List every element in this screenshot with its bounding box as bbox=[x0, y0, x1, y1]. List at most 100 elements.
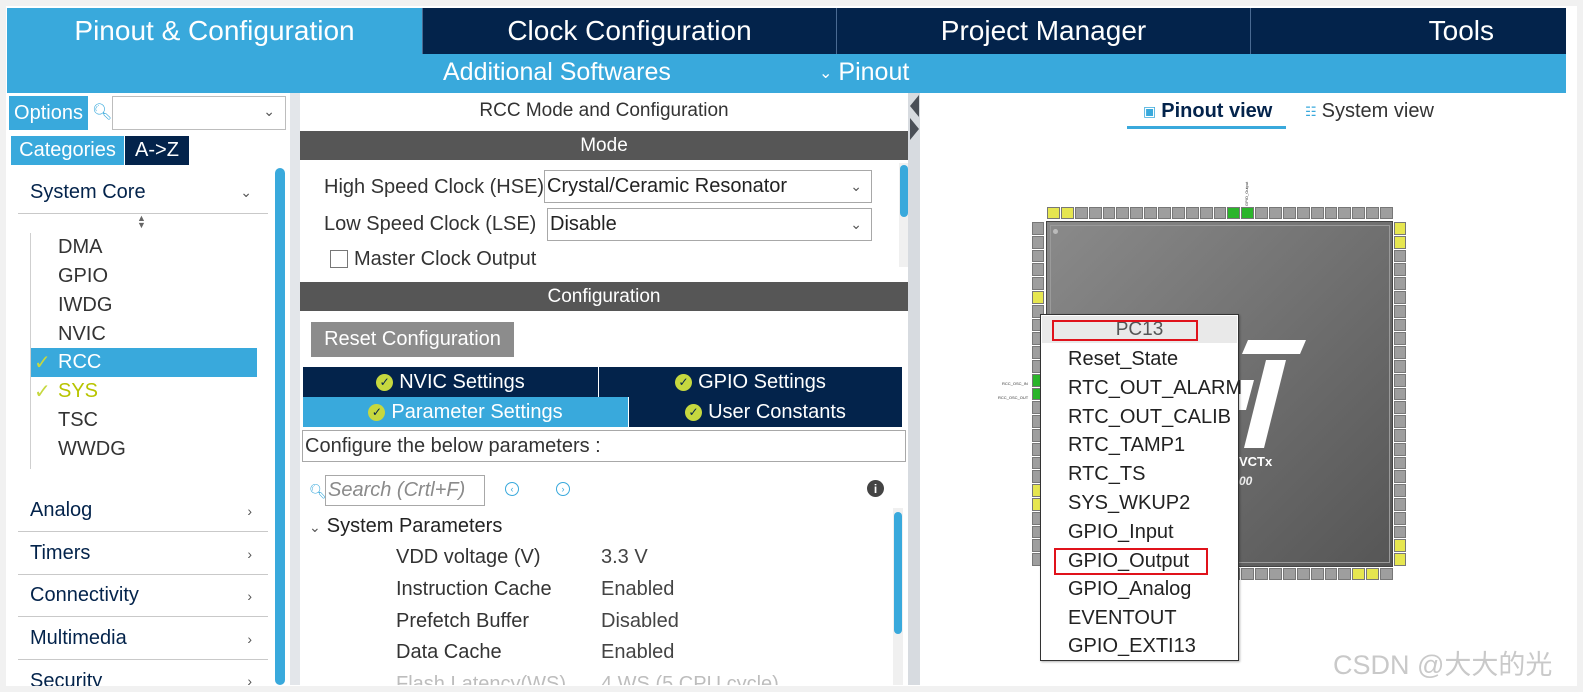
chip-pin[interactable] bbox=[1394, 415, 1406, 428]
core-item-sys[interactable]: ✓ SYS bbox=[31, 377, 257, 406]
chip-pin[interactable] bbox=[1032, 222, 1044, 235]
chip-pin[interactable] bbox=[1394, 235, 1406, 249]
additional-softwares-menu[interactable]: Additional Softwares bbox=[443, 58, 671, 87]
chip-pin[interactable] bbox=[1032, 249, 1044, 263]
chip-pin[interactable] bbox=[1394, 277, 1406, 290]
category-security[interactable]: Security › bbox=[18, 660, 268, 692]
chip-pin[interactable] bbox=[1366, 568, 1379, 580]
tab-nvic-settings[interactable]: ✓ NVIC Settings bbox=[303, 367, 598, 397]
chip-pin[interactable] bbox=[1227, 207, 1241, 219]
tab-gpio-settings[interactable]: ✓ GPIO Settings bbox=[599, 367, 902, 397]
chip-pin[interactable] bbox=[1394, 553, 1406, 566]
chip-pin[interactable] bbox=[1366, 207, 1379, 219]
chip-pin[interactable] bbox=[1394, 249, 1406, 263]
chip-pin[interactable] bbox=[1269, 207, 1282, 219]
chip-pin[interactable] bbox=[1394, 304, 1406, 318]
chip-pin[interactable] bbox=[1310, 207, 1324, 219]
core-item-rcc[interactable]: ✓ RCC bbox=[31, 348, 257, 377]
hse-select[interactable]: Crystal/Ceramic Resonator ⌄ bbox=[544, 170, 872, 203]
left-scrollbar[interactable] bbox=[275, 168, 285, 685]
param-row-prefetch-buffer[interactable]: Prefetch Buffer Disabled bbox=[396, 610, 796, 633]
chip-pin[interactable] bbox=[1380, 568, 1393, 580]
menu-item-gpio-exti13[interactable]: GPIO_EXTI13 bbox=[1068, 635, 1196, 658]
category-connectivity[interactable]: Connectivity › bbox=[18, 575, 268, 617]
parameter-search-input[interactable]: Search (Crtl+F) bbox=[325, 475, 485, 506]
chip-pin[interactable] bbox=[1394, 442, 1406, 456]
chip-pin[interactable] bbox=[1199, 207, 1213, 219]
menu-item-rtc-tamp1[interactable]: RTC_TAMP1 bbox=[1068, 434, 1185, 457]
chip-pin[interactable] bbox=[1171, 207, 1185, 219]
chip-pin[interactable] bbox=[1394, 359, 1406, 373]
sort-icon[interactable]: ▲ ▼ bbox=[137, 214, 146, 230]
next-match-icon[interactable]: › bbox=[556, 482, 570, 496]
chip-pin[interactable] bbox=[1324, 207, 1338, 219]
atoz-tab[interactable]: A->Z bbox=[125, 136, 189, 165]
chip-pin[interactable] bbox=[1032, 263, 1044, 277]
chip-pin[interactable] bbox=[1394, 401, 1406, 415]
lse-select[interactable]: Disable ⌄ bbox=[547, 208, 872, 241]
menu-item-rtc-ts[interactable]: RTC_TS bbox=[1068, 463, 1145, 486]
chip-pin[interactable] bbox=[1047, 207, 1060, 219]
chip-pin[interactable] bbox=[1394, 456, 1406, 470]
param-row-flash-latency[interactable]: Flash Latency(WS) 4 WS (5 CPU cycle) bbox=[396, 673, 796, 685]
menu-item-reset-state[interactable]: Reset_State bbox=[1068, 348, 1178, 371]
parameter-scrollbar[interactable] bbox=[894, 512, 902, 634]
tab-parameter-settings[interactable]: ✓ Parameter Settings bbox=[303, 397, 628, 427]
chip-pin[interactable] bbox=[1338, 207, 1352, 219]
tab-clock-configuration[interactable]: Clock Configuration bbox=[423, 8, 837, 54]
reset-configuration-button[interactable]: Reset Configuration bbox=[311, 322, 514, 357]
master-clock-output-checkbox[interactable] bbox=[330, 250, 348, 268]
panel-divider[interactable] bbox=[908, 93, 920, 685]
chip-pin[interactable] bbox=[1394, 525, 1406, 539]
chip-pin[interactable] bbox=[1394, 497, 1406, 511]
chip-pin[interactable] bbox=[1394, 222, 1406, 235]
pinout-menu[interactable]: ⌄ Pinout bbox=[819, 58, 909, 87]
chip-pin[interactable] bbox=[1394, 332, 1406, 346]
core-item-dma[interactable]: DMA bbox=[31, 233, 257, 262]
chip-pin[interactable] bbox=[1394, 484, 1406, 497]
category-timers[interactable]: Timers › bbox=[18, 533, 268, 575]
system-parameters-group[interactable]: ⌄ System Parameters bbox=[309, 515, 502, 538]
chip-pin[interactable] bbox=[1088, 207, 1102, 219]
tab-tools[interactable]: Tools bbox=[1251, 8, 1566, 54]
chip-pin[interactable] bbox=[1255, 207, 1268, 219]
chip-pin[interactable] bbox=[1380, 207, 1393, 219]
chip-pin[interactable] bbox=[1032, 290, 1044, 304]
tab-project-manager[interactable]: Project Manager bbox=[837, 8, 1251, 54]
menu-item-rtc-out-alarm[interactable]: RTC_OUT_ALARM bbox=[1068, 377, 1242, 400]
chip-pin[interactable] bbox=[1282, 207, 1296, 219]
chip-pin[interactable] bbox=[1060, 207, 1074, 219]
chip-pin[interactable] bbox=[1296, 568, 1310, 580]
tab-pinout-view[interactable]: ▣ Pinout view bbox=[1143, 100, 1272, 123]
chip-pin[interactable] bbox=[1352, 568, 1366, 580]
chip-pin[interactable] bbox=[1338, 568, 1352, 580]
options-tab[interactable]: Options bbox=[9, 96, 88, 130]
param-row-instruction-cache[interactable]: Instruction Cache Enabled bbox=[396, 578, 796, 601]
panel-divider[interactable] bbox=[290, 93, 300, 685]
menu-item-rtc-out-calib[interactable]: RTC_OUT_CALIB bbox=[1068, 406, 1231, 429]
chip-pin[interactable] bbox=[1394, 387, 1406, 401]
info-icon[interactable]: i bbox=[867, 480, 884, 497]
chip-pin[interactable] bbox=[1032, 235, 1044, 249]
chip-pin[interactable] bbox=[1130, 207, 1144, 219]
menu-item-eventout[interactable]: EVENTOUT bbox=[1068, 607, 1177, 630]
core-item-iwdg[interactable]: IWDG bbox=[31, 291, 257, 320]
chip-pin[interactable] bbox=[1185, 207, 1199, 219]
tab-system-view[interactable]: ☷ System view bbox=[1305, 100, 1434, 123]
chip-pin[interactable] bbox=[1394, 373, 1406, 387]
chip-pin[interactable] bbox=[1394, 263, 1406, 277]
chip-pin[interactable] bbox=[1394, 428, 1406, 442]
chip-pin[interactable] bbox=[1074, 207, 1088, 219]
tab-user-constants[interactable]: ✓ User Constants bbox=[629, 397, 902, 427]
core-item-nvic[interactable]: NVIC bbox=[31, 320, 257, 349]
chip-pin[interactable] bbox=[1324, 568, 1338, 580]
options-search-combo[interactable]: ⌄ bbox=[112, 96, 286, 130]
chip-pin[interactable] bbox=[1032, 277, 1044, 290]
chip-pin[interactable] bbox=[1158, 207, 1171, 219]
menu-item-gpio-input[interactable]: GPIO_Input bbox=[1068, 521, 1174, 544]
chip-pin[interactable] bbox=[1213, 207, 1227, 219]
category-multimedia[interactable]: Multimedia › bbox=[18, 618, 268, 660]
param-row-data-cache[interactable]: Data Cache Enabled bbox=[396, 641, 796, 664]
core-item-gpio[interactable]: GPIO bbox=[31, 262, 257, 291]
chip-pin[interactable] bbox=[1310, 568, 1324, 580]
